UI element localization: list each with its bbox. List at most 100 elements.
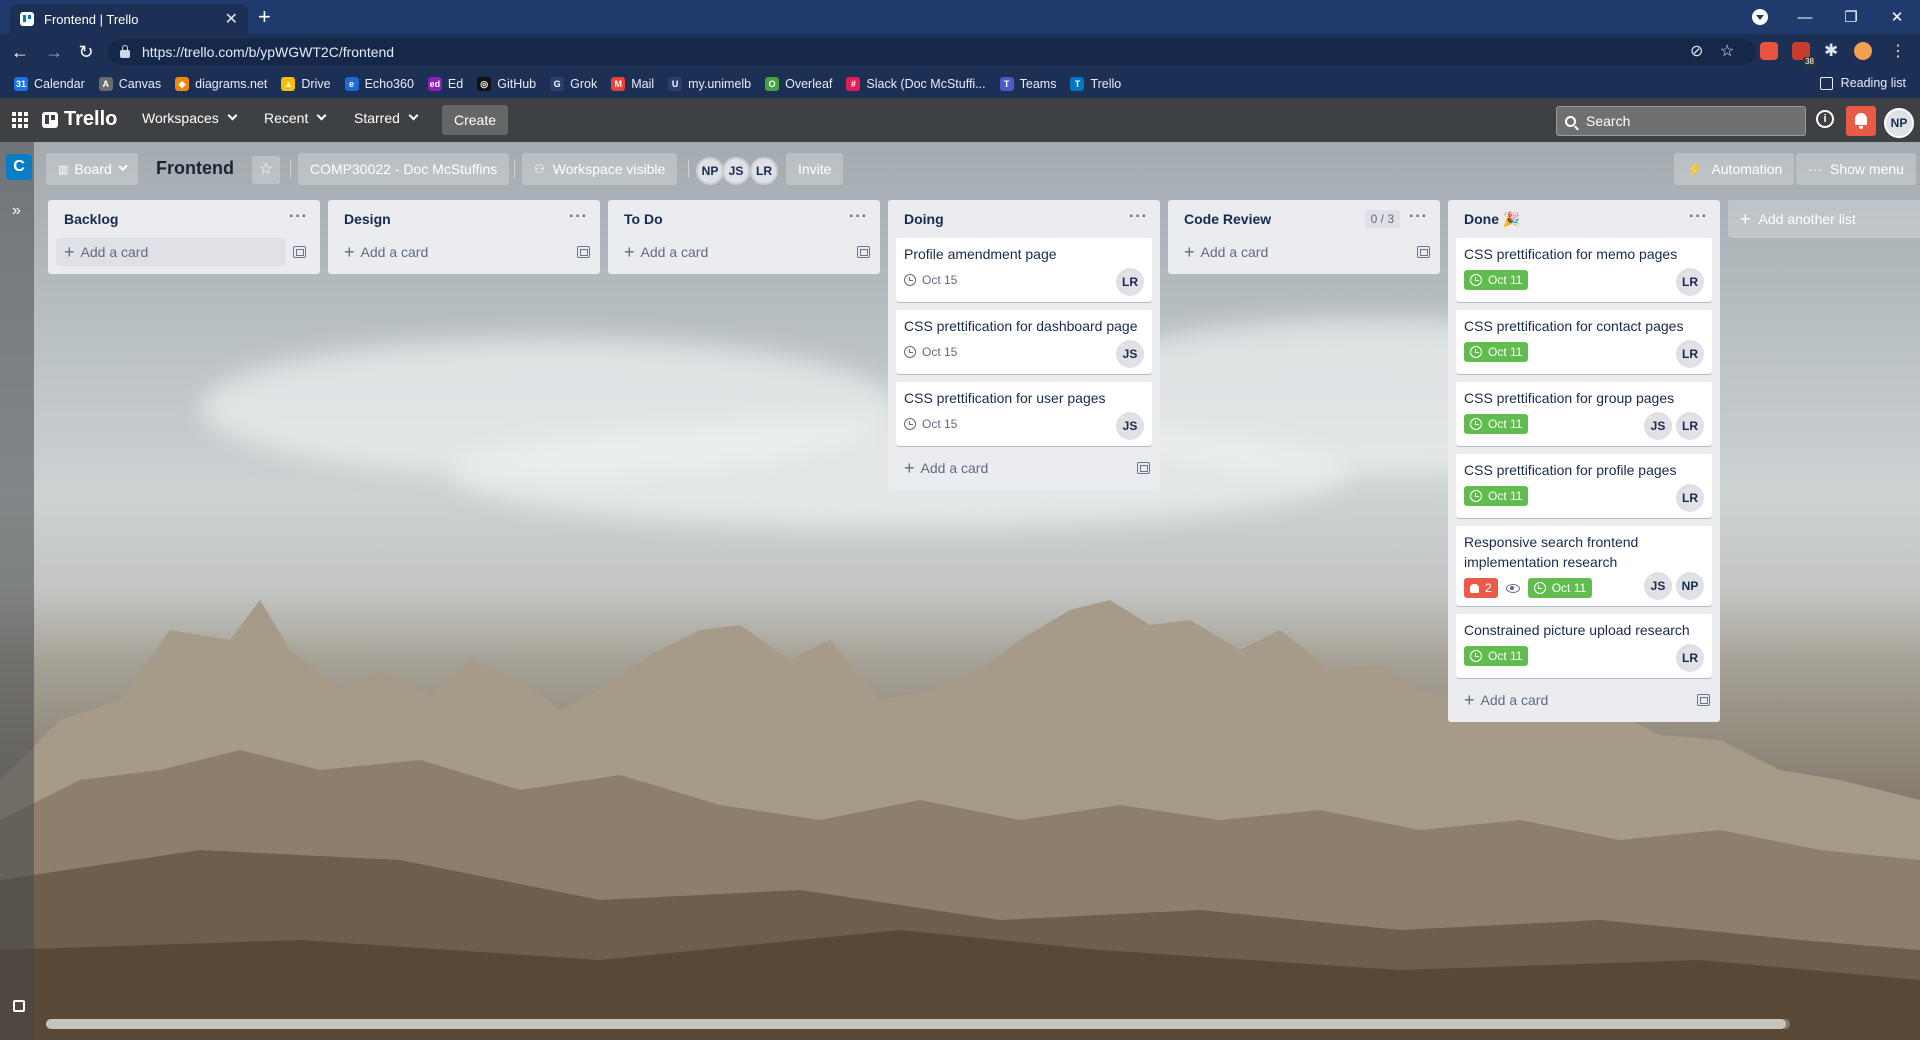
star-board-icon[interactable]: ☆: [252, 156, 280, 184]
workspace-button[interactable]: COMP30022 - Doc McStuffins: [298, 153, 510, 185]
forward-icon[interactable]: →: [42, 42, 66, 63]
browser-tab[interactable]: Frontend | Trello ✕: [10, 4, 248, 34]
extension-icon[interactable]: [1760, 42, 1778, 60]
bookmark-teams[interactable]: T Teams: [999, 77, 1056, 91]
reading-list-button[interactable]: Reading list: [1819, 76, 1906, 90]
add-card-button[interactable]: + Add a card: [1176, 238, 1432, 266]
due-date-complete-badge[interactable]: Oct 11: [1464, 270, 1529, 290]
browser-menu-icon[interactable]: ⋮: [1890, 41, 1906, 61]
card[interactable]: Constrained picture upload research Oct 1…: [1456, 614, 1712, 678]
member-avatar[interactable]: JS: [1644, 412, 1672, 440]
member-avatar[interactable]: JS: [1116, 412, 1144, 440]
list-actions-icon[interactable]: ···: [849, 208, 868, 226]
bookmark-trello[interactable]: T Trello: [1070, 77, 1121, 91]
card[interactable]: CSS prettification for profile pages Oct …: [1456, 454, 1712, 518]
card[interactable]: CSS prettification for group pages Oct 11…: [1456, 382, 1712, 446]
list-actions-icon[interactable]: ···: [1129, 208, 1148, 226]
member-avatar[interactable]: LR: [1676, 412, 1704, 440]
bookmark-github[interactable]: ◎ GitHub: [477, 77, 536, 91]
list-actions-icon[interactable]: ···: [569, 208, 588, 226]
extension-icon[interactable]: 38: [1792, 42, 1816, 66]
bookmark-mail[interactable]: M Mail: [611, 77, 654, 91]
list-header[interactable]: Doing ···: [896, 200, 1152, 238]
board-member-avatar[interactable]: JS: [722, 157, 750, 185]
list-actions-icon[interactable]: ···: [1409, 208, 1428, 226]
bookmark-echo360[interactable]: e Echo360: [344, 77, 414, 91]
bookmark-calendar[interactable]: 31 Calendar: [14, 77, 85, 91]
app-switcher-icon[interactable]: [12, 112, 28, 128]
trello-logo[interactable]: Trello: [42, 108, 117, 131]
create-from-template-icon[interactable]: [857, 246, 870, 258]
info-icon[interactable]: i: [1816, 110, 1834, 128]
due-date-complete-badge[interactable]: Oct 11: [1464, 646, 1529, 666]
visibility-button[interactable]: ⚇ Workspace visible: [522, 153, 678, 185]
reload-icon[interactable]: ↻: [74, 42, 98, 63]
bookmark-drive[interactable]: ▲ Drive: [281, 77, 331, 91]
list-title[interactable]: Done 🎉: [1464, 211, 1520, 228]
workspaces-menu[interactable]: Workspaces: [142, 110, 238, 126]
puzzle-icon[interactable]: ✱: [1824, 41, 1838, 61]
bookmark-slack-doc-mcstuffi[interactable]: # Slack (Doc McStuffi...: [846, 77, 986, 91]
search-input[interactable]: Search: [1556, 106, 1806, 136]
card[interactable]: CSS prettification for dashboard page Oct…: [896, 310, 1152, 374]
automation-button[interactable]: ⚡ Automation: [1674, 153, 1795, 185]
list-header[interactable]: Design ···: [336, 200, 592, 238]
list-actions-icon[interactable]: ···: [1689, 208, 1708, 226]
member-avatar[interactable]: LR: [1676, 484, 1704, 512]
scrollbar-thumb[interactable]: [46, 1019, 1786, 1029]
back-icon[interactable]: ←: [8, 42, 32, 63]
member-avatar[interactable]: NP: [1676, 572, 1704, 600]
board-title[interactable]: Frontend: [156, 158, 234, 179]
list-title[interactable]: Doing: [904, 211, 944, 227]
close-window-icon[interactable]: ✕: [1874, 8, 1920, 26]
member-avatar[interactable]: LR: [1116, 268, 1144, 296]
new-tab-button[interactable]: +: [258, 4, 271, 30]
member-avatar[interactable]: LR: [1676, 340, 1704, 368]
user-avatar[interactable]: NP: [1884, 108, 1914, 138]
list-actions-icon[interactable]: ···: [289, 208, 308, 226]
create-from-template-icon[interactable]: [1697, 694, 1710, 706]
due-date-badge[interactable]: Oct 15: [904, 417, 957, 431]
create-from-template-icon[interactable]: [1137, 462, 1150, 474]
board-member-avatar[interactable]: NP: [696, 157, 724, 185]
restore-icon[interactable]: ❐: [1828, 8, 1874, 26]
card[interactable]: CSS prettification for memo pages Oct 11 L…: [1456, 238, 1712, 302]
create-from-template-icon[interactable]: [1417, 246, 1430, 258]
add-list-button[interactable]: + Add another list: [1728, 200, 1920, 238]
url-field[interactable]: https://trello.com/b/ypWGWT2C/frontend: [108, 39, 1756, 65]
invite-button[interactable]: Invite: [786, 153, 844, 185]
workspace-badge[interactable]: C: [6, 154, 32, 180]
close-tab-icon[interactable]: ✕: [225, 9, 238, 29]
add-card-button[interactable]: + Add a card: [1456, 686, 1712, 714]
starred-menu[interactable]: Starred: [354, 110, 419, 126]
add-card-button[interactable]: + Add a card: [616, 238, 872, 266]
card[interactable]: CSS prettification for contact pages Oct …: [1456, 310, 1712, 374]
add-card-button[interactable]: + Add a card: [336, 238, 592, 266]
list-header[interactable]: To Do ···: [616, 200, 872, 238]
bookmark-canvas[interactable]: A Canvas: [98, 77, 161, 91]
bookmark-star-icon[interactable]: ☆: [1720, 41, 1734, 61]
create-from-template-icon[interactable]: [293, 246, 306, 258]
card[interactable]: Profile amendment page Oct 15 LR: [896, 238, 1152, 302]
list-title[interactable]: Design: [344, 211, 391, 227]
horizontal-scrollbar[interactable]: [46, 1019, 1790, 1029]
due-date-complete-badge[interactable]: Oct 11: [1527, 578, 1593, 598]
expand-sidebar-icon[interactable]: »: [12, 202, 21, 220]
due-date-complete-badge[interactable]: Oct 11: [1464, 486, 1529, 506]
list-header[interactable]: Done 🎉 ···: [1456, 200, 1712, 238]
bookmark-overleaf[interactable]: O Overleaf: [765, 77, 832, 91]
member-avatar[interactable]: JS: [1116, 340, 1144, 368]
bookmark-ed[interactable]: ed Ed: [427, 77, 463, 91]
create-from-template-icon[interactable]: [577, 246, 590, 258]
board-member-avatar[interactable]: LR: [750, 157, 778, 185]
add-card-button[interactable]: + Add a card: [56, 238, 306, 266]
create-button[interactable]: Create: [442, 105, 509, 135]
sidebar-footer-icon[interactable]: [13, 1000, 25, 1012]
member-avatar[interactable]: LR: [1676, 644, 1704, 672]
due-date-badge[interactable]: Oct 15: [904, 273, 957, 287]
bookmark-grok[interactable]: G Grok: [550, 77, 597, 91]
notifications-bell-icon[interactable]: [1846, 106, 1876, 136]
bookmark-my-unimelb[interactable]: Umy.unimelb: [668, 77, 751, 91]
list-title[interactable]: Backlog: [64, 211, 118, 227]
due-date-complete-badge[interactable]: Oct 11: [1464, 342, 1529, 362]
